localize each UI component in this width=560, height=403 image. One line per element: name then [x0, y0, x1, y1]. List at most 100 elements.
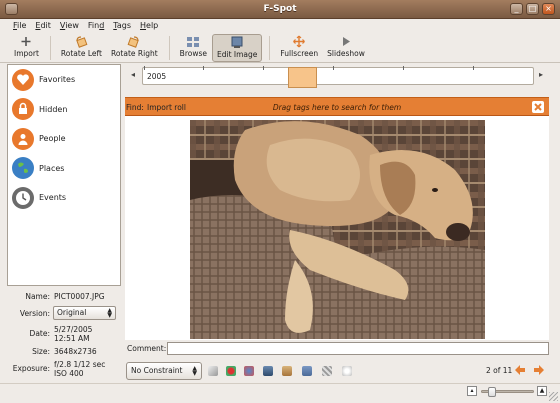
rotate-right-button[interactable]: Rotate Right: [107, 34, 162, 62]
main-toolbar: Import Rotate Left Rotate Right Browse E…: [0, 33, 560, 63]
constraint-select[interactable]: No Constraint ▲ ▼: [126, 362, 202, 380]
menu-tags[interactable]: Tags: [109, 19, 136, 33]
tag-hidden[interactable]: Hidden: [8, 95, 120, 125]
dog-photo-image: [190, 120, 485, 339]
info-version-key: Version:: [19, 309, 50, 318]
lock-icon: [12, 98, 34, 121]
rotate-left-icon: [76, 35, 88, 48]
maximize-button[interactable]: □: [526, 3, 539, 15]
info-date-line2: 12:51 AM: [54, 334, 90, 343]
menu-tags-label: ags: [116, 21, 131, 30]
timeline-selection[interactable]: [288, 67, 317, 88]
window-title: F-Spot: [263, 4, 297, 14]
close-icon: [534, 103, 542, 111]
previous-arrow-icon[interactable]: [514, 364, 526, 376]
minimize-button[interactable]: _: [510, 3, 523, 15]
slideshow-button[interactable]: Slideshow: [323, 34, 369, 62]
info-name-value: PICT0007.JPG: [54, 292, 105, 301]
timeline-year: 2005: [147, 72, 167, 81]
rotate-right-label: Rotate Right: [110, 48, 158, 58]
comment-input[interactable]: [167, 342, 549, 355]
find-hint: Drag tags here to search for them: [272, 103, 402, 112]
menu-edit[interactable]: Edit: [31, 19, 56, 33]
timeline[interactable]: ◂ 2005 ▸: [130, 64, 550, 94]
person-icon: [12, 127, 34, 150]
edit-image-button[interactable]: Edit Image: [211, 33, 263, 62]
close-find-button[interactable]: [532, 101, 544, 113]
tag-label: Hidden: [39, 104, 68, 114]
auto-enhance-tool-icon[interactable]: [342, 366, 352, 376]
timeline-left-arrow-icon[interactable]: ◂: [131, 70, 135, 79]
menu-bar: File Edit View Find Tags Help: [0, 19, 560, 33]
menu-view[interactable]: View: [56, 19, 84, 33]
tag-label: Places: [39, 163, 65, 173]
tag-events[interactable]: Events: [8, 183, 120, 213]
plus-icon: [21, 36, 31, 46]
import-label: Import: [14, 48, 39, 58]
zoom-slider-thumb[interactable]: [488, 387, 496, 397]
timeline-tick: [403, 66, 404, 70]
info-size-value: 3648x2736: [54, 347, 97, 356]
rotate-right-icon: [127, 35, 140, 48]
rotate-left-button[interactable]: Rotate Left: [57, 34, 106, 62]
close-window-button[interactable]: ×: [542, 3, 555, 15]
timeline-tick: [263, 66, 264, 70]
zoom-out-icon[interactable]: ▴: [467, 386, 477, 396]
browse-button[interactable]: Browse: [176, 34, 211, 62]
status-bar: ▴ ▲: [0, 383, 560, 403]
photo-view[interactable]: [125, 116, 549, 340]
tag-label: People: [39, 134, 66, 144]
dog-photo[interactable]: [190, 120, 485, 339]
constraint-value: No Constraint: [131, 366, 183, 375]
tag-label: Favorites: [39, 75, 76, 85]
resize-grip-icon[interactable]: [549, 392, 558, 401]
tag-label: Events: [39, 193, 67, 203]
info-date-key: Date:: [29, 329, 50, 338]
toolbar-separator: [49, 35, 51, 60]
menu-file[interactable]: File: [9, 19, 31, 33]
soft-focus-tool-icon[interactable]: [302, 366, 312, 376]
desaturate-tool-icon[interactable]: [244, 366, 254, 376]
toolbar-separator: [168, 35, 170, 60]
find-bar[interactable]: Find: Import roll Drag tags here to sear…: [125, 97, 549, 116]
timeline-tick: [203, 66, 204, 70]
info-exposure-value: f/2.8 1/12 sec ISO 400: [54, 360, 105, 378]
play-icon: [343, 36, 350, 46]
browse-label: Browse: [179, 48, 207, 58]
tag-people[interactable]: People: [8, 124, 120, 154]
tag-favorites[interactable]: Favorites: [8, 65, 120, 95]
sepia-tool-icon[interactable]: [263, 366, 273, 376]
version-select[interactable]: Original ▲ ▼: [53, 306, 116, 320]
edit-image-icon: [231, 36, 243, 48]
heart-icon: [12, 68, 34, 91]
straighten-tool-icon[interactable]: [322, 366, 332, 376]
menu-find[interactable]: Find: [84, 19, 109, 33]
menu-view-label: iew: [65, 21, 79, 30]
fullscreen-label: Fullscreen: [280, 48, 319, 58]
color-adjust-tool-icon[interactable]: [282, 366, 292, 376]
redeye-tool-icon[interactable]: [226, 366, 236, 376]
info-exposure-line2: ISO 400: [54, 369, 84, 378]
menu-edit-label: dit: [40, 21, 51, 30]
timeline-tick: [333, 66, 334, 70]
photo-position: 2 of 11: [486, 366, 513, 375]
browse-icon: [187, 36, 200, 47]
next-arrow-icon[interactable]: [533, 364, 545, 376]
timeline-right-arrow-icon[interactable]: ▸: [539, 70, 543, 79]
fullscreen-icon: [293, 35, 306, 47]
menu-file-label: ile: [17, 21, 27, 30]
zoom-slider[interactable]: [481, 387, 534, 397]
fullscreen-button[interactable]: Fullscreen: [276, 34, 322, 62]
select-arrows-icon: ▲ ▼: [107, 307, 112, 319]
tag-places[interactable]: Places: [8, 154, 120, 184]
title-bar: F-Spot _ □ ×: [0, 0, 560, 19]
info-date-value: 5/27/2005 12:51 AM: [54, 325, 92, 343]
version-value: Original: [57, 308, 87, 317]
select-arrows-icon: ▲ ▼: [192, 365, 197, 377]
menu-help[interactable]: Help: [136, 19, 163, 33]
comment-label: Comment:: [127, 344, 167, 353]
crop-tool-icon[interactable]: [208, 366, 218, 376]
import-button[interactable]: Import: [10, 34, 43, 62]
timeline-bar[interactable]: 2005: [142, 66, 534, 88]
zoom-in-icon[interactable]: ▲: [537, 386, 547, 396]
